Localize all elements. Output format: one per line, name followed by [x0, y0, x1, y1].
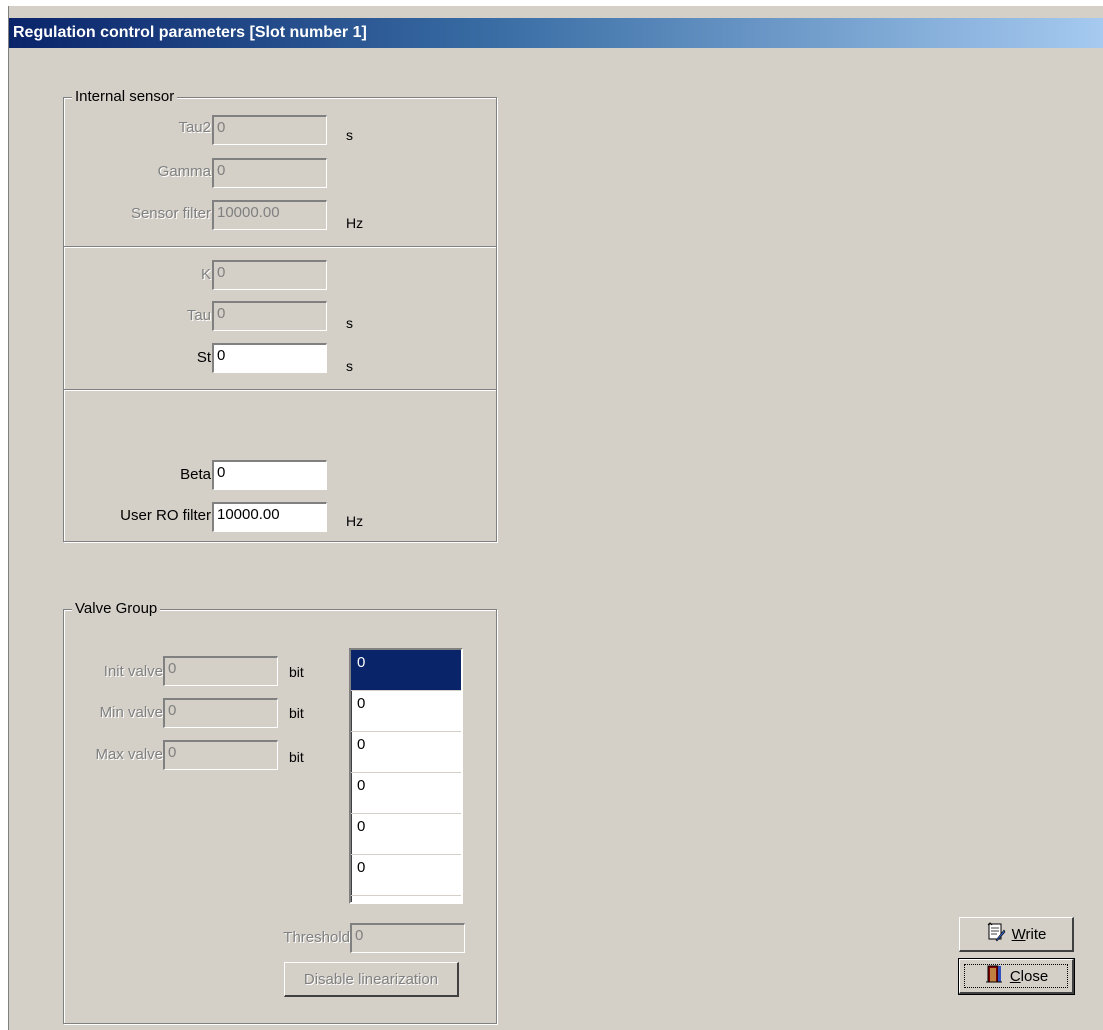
valve-group: Valve Group Init valve 0 bit Min valve 0… — [63, 599, 497, 1024]
user-ro-filter-unit: Hz — [346, 513, 364, 529]
min-valve-input[interactable]: 0 — [163, 698, 278, 728]
list-item[interactable]: 0 — [351, 650, 461, 691]
gamma-label: Gamma — [157, 163, 211, 180]
internal-sensor-group: Internal sensor Tau2 0 s Gamma 0 Sensor … — [63, 87, 497, 542]
tau2-input[interactable]: 0 — [212, 115, 327, 145]
list-item[interactable]: 0 — [351, 732, 461, 773]
close-label: Close — [1009, 967, 1049, 985]
threshold-label: Threshold — [283, 929, 350, 946]
user-ro-filter-input[interactable]: 10000.00 — [212, 502, 327, 532]
write-notepad-icon — [986, 922, 1006, 946]
list-item[interactable]: 0 — [351, 773, 461, 814]
disable-linearization-button[interactable]: Disable linearization — [284, 962, 459, 997]
min-valve-label: Min valve — [99, 704, 163, 721]
gamma-input[interactable]: 0 — [212, 158, 327, 188]
window-title: Regulation control parameters [Slot numb… — [9, 18, 1103, 48]
tau2-label: Tau2 — [178, 119, 211, 136]
st-label: St — [196, 349, 211, 366]
list-item[interactable]: 0 — [351, 855, 461, 896]
min-valve-unit: bit — [289, 705, 304, 721]
st-unit: s — [346, 358, 353, 374]
max-valve-label: Max valve — [95, 746, 163, 763]
write-label: Write — [1011, 925, 1047, 943]
beta-input[interactable]: 0 — [212, 460, 327, 490]
sensor-filter-unit: Hz — [346, 215, 364, 231]
k-input[interactable]: 0 — [212, 260, 327, 290]
beta-label: Beta — [180, 466, 211, 483]
sensor-filter-label: Sensor filter — [130, 205, 211, 222]
tau-input[interactable]: 0 — [212, 301, 327, 331]
separator-1 — [64, 246, 496, 248]
init-valve-label: Init valve — [103, 663, 163, 680]
dialog-window: Regulation control parameters [Slot numb… — [8, 6, 1103, 1030]
internal-sensor-legend: Internal sensor — [72, 87, 178, 107]
user-ro-filter-label: User RO filter — [120, 507, 211, 524]
tau-unit: s — [346, 315, 353, 331]
valve-group-legend: Valve Group — [72, 599, 161, 619]
list-item[interactable]: 0 — [351, 691, 461, 732]
disable-linearization-label: Disable linearization — [303, 970, 439, 988]
init-valve-input[interactable]: 0 — [163, 656, 278, 686]
st-input[interactable]: 0 — [212, 343, 327, 373]
separator-2 — [64, 389, 496, 391]
valve-linearization-list[interactable]: 0 0 0 0 0 0 — [349, 648, 463, 904]
max-valve-input[interactable]: 0 — [163, 740, 278, 770]
k-label: K — [200, 266, 211, 283]
list-item[interactable]: 0 — [351, 814, 461, 855]
tau-label: Tau — [186, 307, 211, 324]
close-button[interactable]: Close — [958, 958, 1075, 995]
max-valve-unit: bit — [289, 749, 304, 765]
door-exit-icon — [984, 964, 1004, 988]
threshold-input[interactable]: 0 — [350, 923, 465, 953]
init-valve-unit: bit — [289, 664, 304, 680]
tau2-unit: s — [346, 127, 353, 143]
sensor-filter-input[interactable]: 10000.00 — [212, 200, 327, 230]
write-button[interactable]: Write — [959, 917, 1074, 952]
